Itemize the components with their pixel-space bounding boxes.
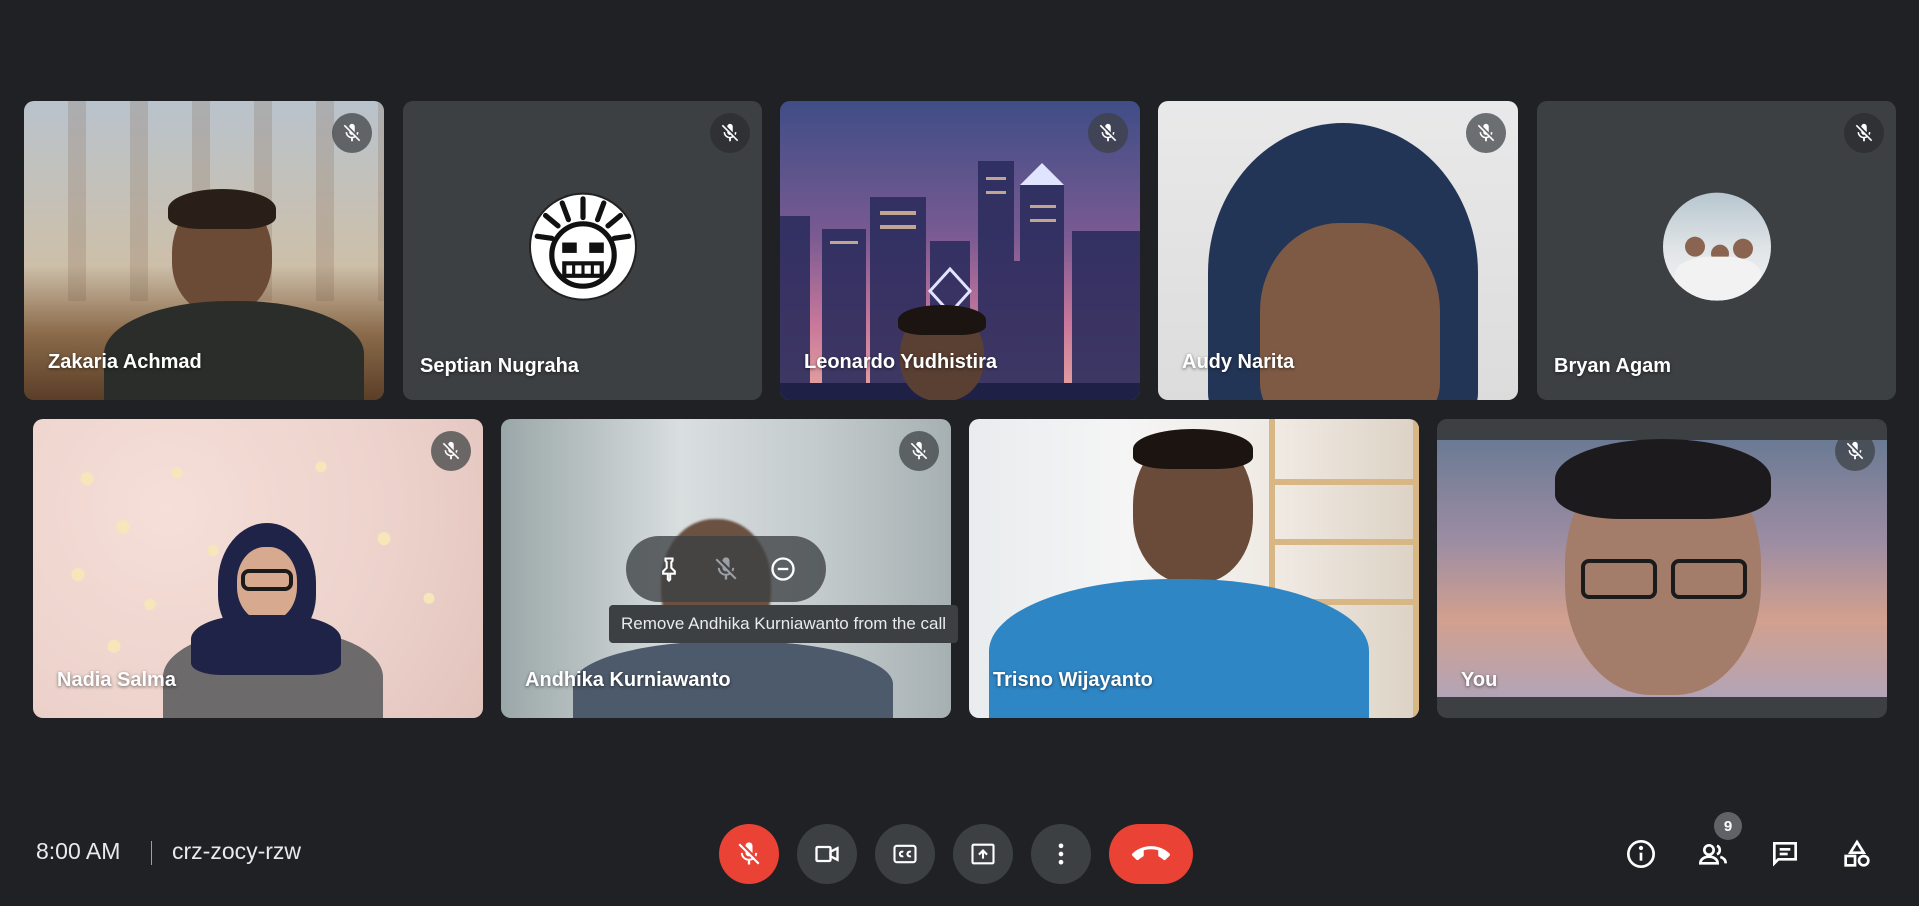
- muted-indicator: [1088, 113, 1128, 153]
- videocam-icon: [815, 845, 839, 863]
- participant-name: Audy Narita: [1182, 351, 1295, 373]
- meeting-details-button[interactable]: [1617, 830, 1665, 878]
- toggle-microphone-button[interactable]: [719, 824, 779, 884]
- chat-button[interactable]: [1761, 830, 1809, 878]
- chat-icon: [1773, 842, 1797, 867]
- muted-indicator: [1844, 113, 1884, 153]
- captions-button[interactable]: [875, 824, 935, 884]
- muted-indicator: [1835, 431, 1875, 471]
- tooltip: Remove Andhika Kurniawanto from the call: [609, 605, 959, 643]
- mic-off-icon: [343, 123, 361, 142]
- avatar: [1662, 192, 1771, 301]
- mic-off-icon: [442, 441, 460, 460]
- pin-button[interactable]: [647, 547, 691, 591]
- participant-hover-controls: [626, 536, 826, 602]
- participant-tile-septian[interactable]: Septian Nugraha: [403, 101, 762, 400]
- cartoon-face-avatar: [534, 195, 631, 289]
- participant-tile-zakaria[interactable]: Zakaria Achmad: [24, 101, 384, 400]
- activities-icon: [1844, 839, 1870, 867]
- meeting-code: crz-zocy-rzw: [172, 838, 302, 864]
- participant-tile-nadia[interactable]: Nadia Salma: [33, 419, 483, 718]
- divider: [151, 841, 152, 865]
- activities-button[interactable]: [1833, 830, 1881, 878]
- muted-indicator: [431, 431, 471, 471]
- people-icon: [1698, 844, 1727, 865]
- muted-indicator: [710, 113, 750, 153]
- mic-off-icon: [1477, 123, 1495, 142]
- pin-icon: [661, 557, 676, 583]
- avatar: [528, 192, 637, 301]
- participant-name: Leonardo Yudhistira: [804, 351, 997, 373]
- call-end-icon: [1132, 846, 1170, 861]
- muted-indicator: [1466, 113, 1506, 153]
- participant-tile-audy[interactable]: Audy Narita: [1158, 101, 1518, 400]
- mic-off-icon: [715, 557, 737, 580]
- current-time: 8:00 AM: [36, 838, 121, 864]
- muted-indicator: [332, 113, 372, 153]
- more-options-button[interactable]: [1031, 824, 1091, 884]
- person-body: [989, 579, 1369, 718]
- present-now-button[interactable]: [953, 824, 1013, 884]
- muted-indicator: [899, 431, 939, 471]
- participant-name: You: [1461, 669, 1498, 691]
- leave-call-button[interactable]: [1109, 824, 1193, 884]
- toggle-camera-button[interactable]: [797, 824, 857, 884]
- participant-name: Zakaria Achmad: [48, 351, 202, 373]
- remove-circle-icon: [771, 557, 795, 581]
- mic-off-icon: [910, 441, 928, 460]
- mic-off-icon: [721, 123, 739, 142]
- participant-name: Trisno Wijayanto: [993, 669, 1153, 691]
- participant-name: Nadia Salma: [57, 669, 176, 691]
- participant-name: Andhika Kurniawanto: [525, 669, 731, 691]
- participants-count-badge: 9: [1714, 812, 1742, 840]
- participant-tile-trisno[interactable]: Trisno Wijayanto: [969, 419, 1419, 718]
- present-to-all-icon: [971, 843, 995, 865]
- mute-participant-button[interactable]: [704, 547, 748, 591]
- participant-tile-bryan[interactable]: Bryan Agam: [1537, 101, 1896, 400]
- mic-off-icon: [1846, 441, 1864, 460]
- remove-participant-button[interactable]: [761, 547, 805, 591]
- participant-name: Septian Nugraha: [420, 355, 579, 377]
- mic-off-icon: [1855, 123, 1873, 142]
- meet-stage: Zakaria Achmad Septian Nugraha Leonardo …: [0, 0, 1919, 906]
- info-icon: [1627, 840, 1655, 868]
- mic-off-icon: [738, 842, 760, 865]
- more-vert-icon: [1058, 843, 1064, 865]
- closed-caption-icon: [893, 844, 917, 864]
- participant-name: Bryan Agam: [1554, 355, 1672, 377]
- mic-off-icon: [1099, 123, 1117, 142]
- participant-tile-leonardo[interactable]: Leonardo Yudhistira: [780, 101, 1140, 400]
- participant-tile-self[interactable]: You: [1437, 419, 1887, 718]
